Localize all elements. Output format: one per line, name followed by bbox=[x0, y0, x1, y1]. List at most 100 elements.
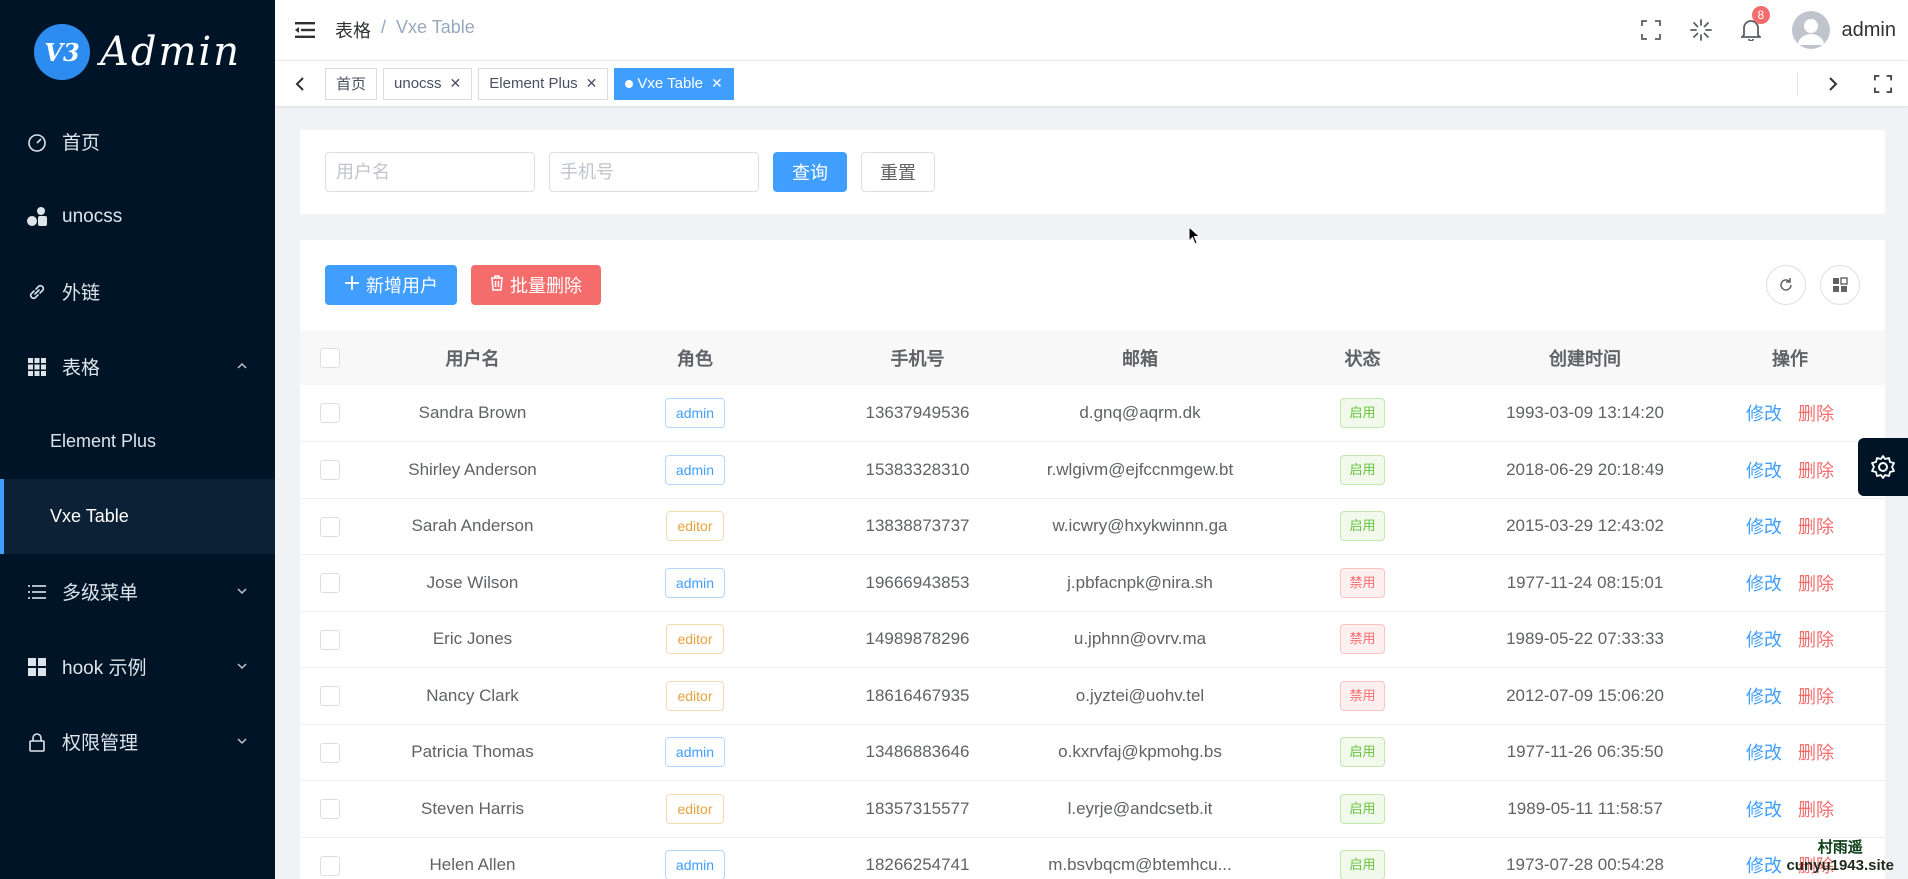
edit-button[interactable]: 修改 bbox=[1746, 856, 1782, 876]
status-badge: 启用 bbox=[1340, 850, 1385, 879]
fullscreen-icon[interactable] bbox=[1858, 61, 1908, 107]
delete-button[interactable]: 删除 bbox=[1798, 404, 1834, 424]
batch-delete-button[interactable]: 批量删除 bbox=[471, 265, 601, 305]
created-cell: 1977-11-26 06:35:50 bbox=[1475, 724, 1695, 781]
breadcrumb-item[interactable]: 表格 bbox=[335, 17, 371, 43]
row-checkbox[interactable] bbox=[320, 686, 340, 706]
role-tag: admin bbox=[664, 454, 726, 485]
tag-vxe-table[interactable]: Vxe Table ✕ bbox=[614, 67, 734, 100]
chevron-left-icon[interactable] bbox=[275, 61, 325, 107]
phone-input[interactable] bbox=[549, 152, 759, 192]
row-select-cell bbox=[300, 780, 360, 838]
watermark-line: cunyu1943.site bbox=[1786, 857, 1894, 874]
phone-cell: 19666943853 bbox=[805, 554, 1030, 612]
row-checkbox[interactable] bbox=[320, 629, 340, 650]
column-header[interactable]: 邮箱 bbox=[1030, 330, 1250, 385]
edit-button[interactable]: 修改 bbox=[1746, 404, 1782, 424]
row-checkbox[interactable] bbox=[320, 403, 340, 424]
status-cell: 禁用 bbox=[1250, 611, 1475, 668]
sidebar-item-multilevel[interactable]: 多级菜单 bbox=[0, 554, 275, 629]
role-cell: admin bbox=[585, 385, 805, 442]
delete-button[interactable]: 删除 bbox=[1798, 743, 1834, 763]
breadcrumb-separator: / bbox=[381, 17, 387, 37]
sidebar-item-hook[interactable]: hook 示例 bbox=[0, 629, 275, 704]
fullscreen-icon[interactable] bbox=[1626, 0, 1676, 60]
edit-button[interactable]: 修改 bbox=[1746, 630, 1782, 650]
hamburger-icon[interactable] bbox=[275, 0, 335, 60]
logo[interactable]: V3 Admin bbox=[0, 0, 275, 104]
column-header[interactable]: 角色 bbox=[585, 330, 805, 385]
column-settings-icon[interactable] bbox=[1820, 265, 1860, 305]
role-cell: admin bbox=[585, 724, 805, 781]
tag-element-plus[interactable]: Element Plus ✕ bbox=[478, 67, 609, 100]
add-user-button[interactable]: 新增用户 bbox=[325, 265, 457, 305]
close-icon[interactable]: ✕ bbox=[586, 75, 598, 92]
plus-icon bbox=[344, 275, 360, 296]
select-all-checkbox[interactable] bbox=[320, 348, 340, 369]
tag-home[interactable]: 首页 bbox=[325, 67, 378, 100]
column-header[interactable]: 创建时间 bbox=[1475, 330, 1695, 385]
user-name[interactable]: admin bbox=[1842, 19, 1896, 42]
role-tag: editor bbox=[666, 680, 724, 711]
tag-unocss[interactable]: unocss ✕ bbox=[383, 67, 473, 100]
role-tag: editor bbox=[666, 624, 724, 655]
status-cell: 禁用 bbox=[1250, 667, 1475, 725]
close-icon[interactable]: ✕ bbox=[450, 75, 462, 92]
row-checkbox[interactable] bbox=[320, 799, 340, 819]
menu-icon bbox=[26, 581, 48, 603]
link-icon bbox=[26, 281, 48, 303]
email-cell: d.gnq@aqrm.dk bbox=[1030, 385, 1250, 442]
created-cell: 1989-05-22 07:33:33 bbox=[1475, 611, 1695, 668]
column-header[interactable]: 状态 bbox=[1250, 330, 1475, 385]
chevron-right-icon[interactable] bbox=[1808, 61, 1858, 107]
edit-button[interactable]: 修改 bbox=[1746, 743, 1782, 763]
toolbar-right bbox=[1766, 265, 1860, 305]
row-checkbox[interactable] bbox=[320, 742, 340, 763]
sidebar-item-link[interactable]: 外链 bbox=[0, 254, 275, 329]
avatar[interactable] bbox=[1791, 11, 1830, 49]
row-checkbox[interactable] bbox=[320, 573, 340, 593]
delete-button[interactable]: 删除 bbox=[1798, 687, 1834, 707]
sidebar-subitem-vxe-table[interactable]: Vxe Table bbox=[0, 479, 275, 554]
sidebar-item-unocss[interactable]: unocss bbox=[0, 179, 275, 254]
refresh-icon[interactable] bbox=[1766, 265, 1806, 305]
delete-button[interactable]: 删除 bbox=[1798, 630, 1834, 650]
email-cell: u.jphnn@ovrv.ma bbox=[1030, 611, 1250, 668]
edit-button[interactable]: 修改 bbox=[1746, 687, 1782, 707]
table-card: 新增用户 批量删除 用户名 角色 手机号 邮箱 状态 创建时间 操作 Sandr… bbox=[300, 240, 1885, 879]
role-tag: admin bbox=[664, 737, 726, 768]
row-checkbox[interactable] bbox=[320, 460, 340, 480]
column-header[interactable]: 用户名 bbox=[360, 330, 585, 385]
loading-icon[interactable] bbox=[1676, 0, 1726, 60]
role-tag: admin bbox=[664, 850, 726, 879]
delete-button[interactable]: 删除 bbox=[1798, 461, 1834, 481]
username-cell: Helen Allen bbox=[360, 837, 585, 879]
row-select-cell bbox=[300, 724, 360, 781]
delete-button[interactable]: 删除 bbox=[1798, 800, 1834, 820]
sidebar-item-table[interactable]: 表格 bbox=[0, 329, 275, 404]
username-input[interactable] bbox=[325, 152, 535, 192]
close-icon[interactable]: ✕ bbox=[711, 75, 723, 92]
edit-button[interactable]: 修改 bbox=[1746, 800, 1782, 820]
delete-button[interactable]: 删除 bbox=[1798, 574, 1834, 594]
delete-button[interactable]: 删除 bbox=[1798, 517, 1834, 537]
row-checkbox[interactable] bbox=[320, 516, 340, 537]
tag-label: Element Plus bbox=[489, 75, 578, 92]
sidebar-item-home[interactable]: 首页 bbox=[0, 104, 275, 179]
reset-button[interactable]: 重置 bbox=[861, 152, 935, 192]
edit-button[interactable]: 修改 bbox=[1746, 517, 1782, 537]
watermark-line: 村雨遥 bbox=[1817, 839, 1863, 856]
edit-button[interactable]: 修改 bbox=[1746, 461, 1782, 481]
query-button[interactable]: 查询 bbox=[773, 152, 847, 192]
role-tag: editor bbox=[666, 511, 724, 542]
column-header[interactable]: 手机号 bbox=[805, 330, 1030, 385]
chevron-down-icon bbox=[235, 732, 249, 754]
active-dot-icon bbox=[625, 79, 634, 88]
sidebar-subitem-element-plus[interactable]: Element Plus bbox=[0, 404, 275, 479]
settings-gear-icon[interactable] bbox=[1858, 438, 1908, 496]
edit-button[interactable]: 修改 bbox=[1746, 574, 1782, 594]
row-checkbox[interactable] bbox=[320, 855, 340, 876]
logo-text: Admin bbox=[100, 29, 241, 75]
sidebar-item-permission[interactable]: 权限管理 bbox=[0, 704, 275, 779]
bell-icon[interactable]: 8 bbox=[1726, 0, 1776, 60]
